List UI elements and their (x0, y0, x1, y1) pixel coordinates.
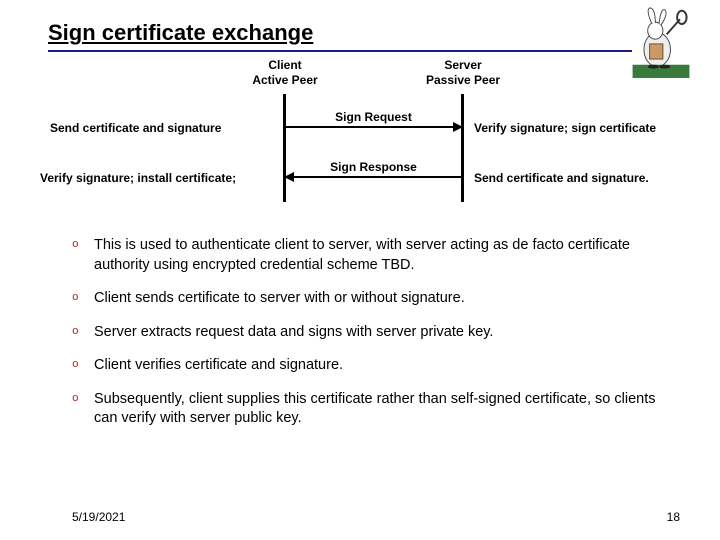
list-item: Client sends certificate to server with … (72, 289, 666, 309)
note-server-verify: Verify signature; sign certificate (474, 121, 656, 135)
note-client-send: Send certificate and signature (50, 121, 221, 135)
footer-page-number: 18 (667, 510, 680, 524)
sign-response-arrow (286, 176, 461, 178)
footer-date: 5/19/2021 (72, 510, 125, 524)
page-title: Sign certificate exchange (48, 20, 672, 50)
note-client-verify: Verify signature; install certificate; (40, 171, 236, 185)
sequence-diagram: Client Active Peer Server Passive Peer S… (40, 58, 680, 218)
list-item: Client verifies certificate and signatur… (72, 356, 666, 376)
list-item: Subsequently, client supplies this certi… (72, 390, 666, 429)
sign-response-label: Sign Response (286, 160, 461, 174)
list-item: This is used to authenticate client to s… (72, 236, 666, 275)
bullet-list: This is used to authenticate client to s… (72, 236, 666, 443)
note-server-send: Send certificate and signature. (474, 171, 649, 185)
sign-request-label: Sign Request (286, 110, 461, 124)
client-peer-label: Client Active Peer (230, 58, 340, 88)
sign-request-arrow (286, 126, 461, 128)
server-lifeline (461, 94, 464, 202)
server-peer-label: Server Passive Peer (408, 58, 518, 88)
list-item: Server extracts request data and signs w… (72, 323, 666, 343)
